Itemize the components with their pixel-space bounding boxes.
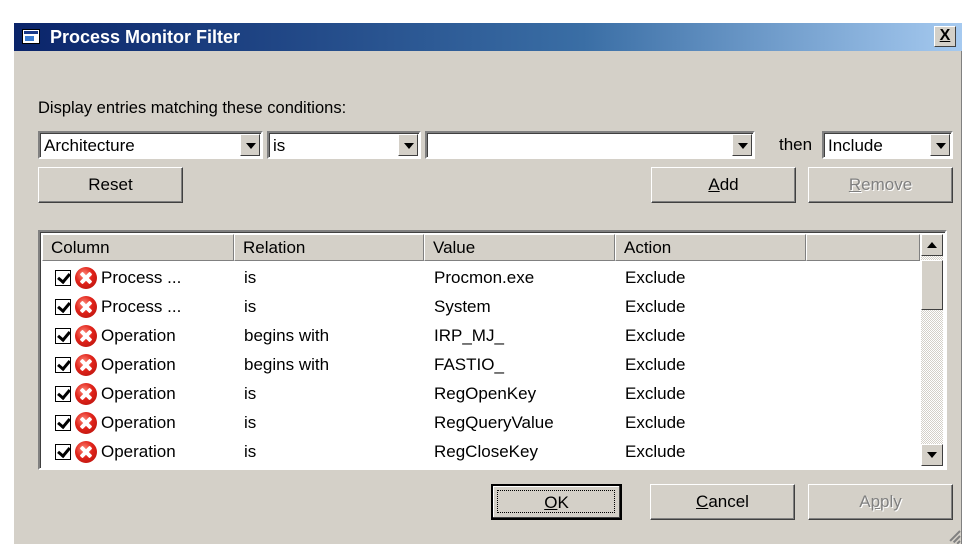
exclude-icon <box>75 267 97 289</box>
focus-rect <box>497 490 615 513</box>
exclude-icon <box>75 325 97 347</box>
cell-relation: is <box>244 268 257 287</box>
action-combo-value: Include <box>828 136 883 155</box>
exclude-icon <box>75 412 97 434</box>
list-header: Column Relation Value Action <box>42 234 920 261</box>
window-icon <box>22 29 40 44</box>
relation-combo-value: is <box>273 136 286 155</box>
chevron-down-icon[interactable] <box>240 134 260 156</box>
add-label-rest: dd <box>719 175 739 194</box>
cell-column: Operation <box>101 413 176 432</box>
cell-column: Process ... <box>101 268 182 287</box>
apply-button[interactable]: Apply <box>808 484 953 520</box>
table-row[interactable]: Operation is RegQueryValue Exclude <box>42 409 918 438</box>
cell-relation: begins with <box>244 355 330 374</box>
exclude-icon <box>75 354 97 376</box>
table-row[interactable]: Operation begins with IRP_MJ_ Exclude <box>42 322 918 351</box>
cell-value: Procmon.exe <box>434 268 535 287</box>
column-combo[interactable]: Architecture <box>38 131 263 159</box>
title-bar[interactable]: Process Monitor Filter X <box>14 23 962 51</box>
cancel-label-rest: ancel <box>708 492 749 511</box>
cell-column: Operation <box>101 384 176 403</box>
action-combo[interactable]: Include <box>822 131 953 159</box>
cell-action: Exclude <box>625 355 686 374</box>
apply-label-post: ply <box>880 492 902 511</box>
cell-action: Exclude <box>625 384 686 403</box>
cell-value: IRP_MJ_ <box>434 326 504 345</box>
header-action[interactable]: Action <box>615 234 806 261</box>
column-combo-value: Architecture <box>44 136 135 155</box>
apply-mnemonic: p <box>870 492 881 511</box>
ok-button[interactable]: OK <box>491 484 622 520</box>
cell-relation: is <box>244 442 257 461</box>
cell-relation: is <box>244 384 257 403</box>
cell-column: Operation <box>101 326 176 345</box>
then-label: then <box>779 135 813 154</box>
remove-button[interactable]: Remove <box>808 167 953 203</box>
cell-relation: is <box>244 297 257 316</box>
cell-value: System <box>434 297 491 316</box>
table-row[interactable]: Process ... is System Exclude <box>42 293 918 322</box>
checkbox-checked-icon[interactable] <box>55 415 71 431</box>
checkbox-checked-icon[interactable] <box>55 444 71 460</box>
cell-action: Exclude <box>625 413 686 432</box>
cancel-mnemonic: C <box>696 492 709 511</box>
scroll-down-icon[interactable] <box>921 444 943 466</box>
vertical-scrollbar[interactable] <box>921 234 943 466</box>
checkbox-checked-icon[interactable] <box>55 357 71 373</box>
remove-mnemonic: R <box>848 175 862 194</box>
cell-value: RegCloseKey <box>434 442 538 461</box>
cell-relation: is <box>244 413 257 432</box>
exclude-icon <box>75 383 97 405</box>
cancel-button[interactable]: Cancel <box>650 484 795 520</box>
cell-value: RegQueryValue <box>434 413 554 432</box>
relation-combo[interactable]: is <box>267 131 421 159</box>
header-value[interactable]: Value <box>424 234 615 261</box>
header-extra[interactable] <box>806 234 920 261</box>
header-relation[interactable]: Relation <box>234 234 424 261</box>
cell-column: Operation <box>101 442 176 461</box>
scroll-up-icon[interactable] <box>921 234 943 256</box>
checkbox-checked-icon[interactable] <box>55 328 71 344</box>
window-title: Process Monitor Filter <box>50 27 241 47</box>
cell-column: Process ... <box>101 297 182 316</box>
cell-column: Operation <box>101 355 176 374</box>
chevron-down-icon[interactable] <box>732 134 752 156</box>
conditions-label: Display entries matching these condition… <box>38 99 347 117</box>
apply-label-pre: A <box>859 492 871 511</box>
exclude-icon <box>75 441 97 463</box>
cell-action: Exclude <box>625 297 686 316</box>
add-mnemonic: A <box>708 175 720 194</box>
table-row[interactable]: Process ... is Procmon.exe Exclude <box>42 264 918 293</box>
cell-action: Exclude <box>625 326 686 345</box>
cell-value: RegOpenKey <box>434 384 537 403</box>
value-combo[interactable] <box>425 131 755 159</box>
table-row[interactable]: Operation is RegOpenKey Exclude <box>42 380 918 409</box>
cell-value: FASTIO_ <box>434 355 504 374</box>
exclude-icon <box>75 296 97 318</box>
close-button[interactable]: X <box>934 26 956 47</box>
chevron-down-icon[interactable] <box>398 134 418 156</box>
add-button[interactable]: Add <box>651 167 796 203</box>
table-row[interactable]: Operation begins with FASTIO_ Exclude <box>42 351 918 380</box>
remove-label-rest: emove <box>861 175 913 194</box>
grip-line <box>956 540 961 544</box>
resize-grip-icon[interactable] <box>944 528 961 544</box>
checkbox-checked-icon[interactable] <box>55 386 71 402</box>
checkbox-checked-icon[interactable] <box>55 270 71 286</box>
cell-relation: begins with <box>244 326 330 345</box>
cell-action: Exclude <box>625 268 686 287</box>
header-column[interactable]: Column <box>42 234 234 261</box>
scroll-thumb[interactable] <box>921 260 943 310</box>
filter-dialog: Process Monitor Filter X Display entries… <box>13 22 962 544</box>
reset-button[interactable]: Reset <box>38 167 183 203</box>
filter-list[interactable]: Column Relation Value Action Process ...… <box>38 230 947 470</box>
chevron-down-icon[interactable] <box>930 134 950 156</box>
cell-action: Exclude <box>625 442 686 461</box>
checkbox-checked-icon[interactable] <box>55 299 71 315</box>
table-row[interactable]: Operation is RegCloseKey Exclude <box>42 438 918 467</box>
